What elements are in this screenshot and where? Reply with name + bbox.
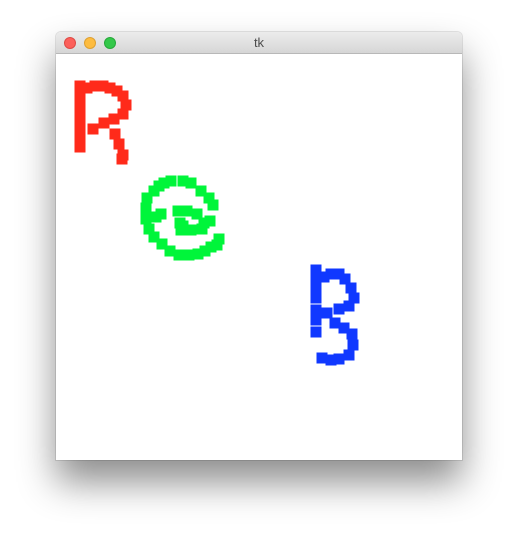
paint-dab-b — [347, 339, 359, 351]
paint-dab-g — [177, 220, 189, 232]
paint-dab-g — [191, 208, 203, 220]
paint-dab-b — [310, 314, 322, 326]
paint-dab-g — [165, 175, 177, 187]
paint-dab-g — [172, 205, 184, 217]
paint-dab-r — [113, 138, 125, 150]
paint-dab-r — [74, 141, 86, 153]
desktop: tk — [0, 0, 518, 540]
paint-dab-b — [310, 326, 322, 338]
paint-dab-b — [343, 300, 355, 312]
paint-dab-g — [140, 202, 152, 214]
paint-dab-r — [74, 130, 86, 142]
paint-dab-g — [143, 223, 155, 235]
paint-dab-g — [185, 177, 197, 189]
window-title: tk — [253, 35, 265, 50]
paint-dab-r — [87, 123, 99, 135]
paint-dab-g — [140, 213, 152, 225]
tk-window: tk — [56, 32, 462, 460]
paint-dab-b — [321, 307, 333, 319]
title-bar[interactable]: tk — [56, 32, 462, 54]
drawing-canvas[interactable] — [56, 54, 462, 460]
paint-dab-b — [345, 282, 357, 294]
paint-dab-g — [150, 211, 162, 223]
paint-dab-r — [74, 119, 86, 131]
paint-dab-b — [310, 281, 322, 293]
stroke-r — [74, 80, 132, 165]
paint-dab-b — [346, 328, 358, 340]
paint-dab-r — [108, 113, 120, 125]
paint-dab-b — [333, 303, 345, 315]
stroke-b — [310, 264, 360, 366]
paint-dab-g — [183, 249, 195, 261]
paint-dab-r — [98, 117, 110, 129]
paint-dab-r — [74, 108, 86, 120]
paint-dab-g — [204, 215, 216, 227]
paint-dab-b — [310, 292, 322, 304]
paint-dab-g — [207, 199, 219, 211]
paint-surface[interactable] — [56, 54, 462, 460]
paint-dab-b — [310, 304, 322, 316]
paint-dab-r — [116, 153, 128, 165]
paint-dab-r — [109, 128, 121, 140]
paint-dab-r — [74, 97, 86, 109]
stroke-g — [140, 175, 225, 261]
paint-dab-b — [316, 352, 328, 364]
paint-dab-b — [343, 349, 355, 361]
